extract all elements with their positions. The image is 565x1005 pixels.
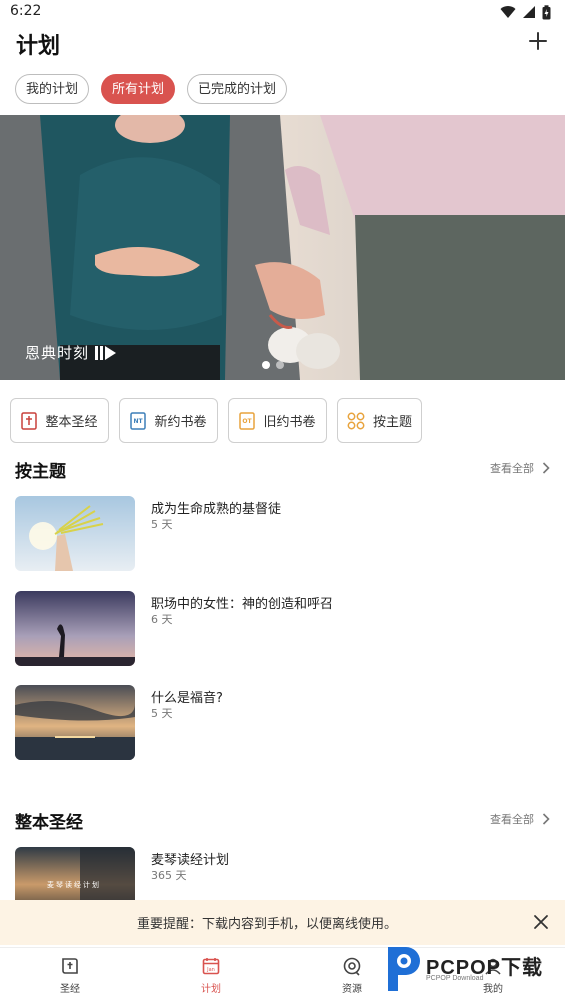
pcpop-logo-icon bbox=[388, 947, 420, 991]
new-testament-button[interactable]: NT 新约书卷 bbox=[119, 398, 218, 443]
by-topic-button[interactable]: 按主题 bbox=[337, 398, 422, 443]
old-testament-label: 旧约书卷 bbox=[263, 415, 316, 430]
bible-book-icon bbox=[62, 958, 78, 974]
cellular-icon bbox=[523, 6, 535, 18]
tab-completed-plans[interactable]: 已完成的计划 bbox=[187, 74, 288, 104]
calendar-icon: Jan bbox=[202, 958, 220, 975]
bible-section-header: 整本圣经 查看全部 bbox=[15, 808, 550, 833]
plan-filter-tabs: 我的计划 所有计划 已完成的计划 bbox=[15, 74, 288, 104]
resources-icon bbox=[343, 957, 361, 976]
plan-list-item[interactable]: 什么是福音? 5 天 bbox=[15, 685, 550, 760]
ot-icon: OT bbox=[239, 411, 256, 430]
status-icons bbox=[500, 4, 551, 20]
nav-bible-label: 圣经 bbox=[60, 984, 80, 995]
logo-mark-icon bbox=[95, 345, 117, 360]
bible-icon bbox=[21, 411, 38, 430]
banner-pagination bbox=[262, 361, 284, 369]
status-time: 6:22 bbox=[10, 3, 42, 19]
whole-bible-button[interactable]: 整本圣经 bbox=[10, 398, 109, 443]
wifi-icon bbox=[500, 6, 516, 19]
plan-title: 麦琴读经计划 bbox=[151, 853, 230, 868]
new-testament-label: 新约书卷 bbox=[154, 415, 207, 430]
chevron-right-icon bbox=[542, 462, 550, 474]
tab-all-plans[interactable]: 所有计划 bbox=[101, 74, 176, 104]
plan-list-item[interactable]: 成为生命成熟的基督徒 5 天 bbox=[15, 496, 550, 571]
app-header: 计划 bbox=[0, 24, 565, 68]
nt-badge: NT bbox=[134, 418, 144, 425]
chevron-right-icon bbox=[542, 813, 550, 825]
nav-plans[interactable]: Jan 计划 bbox=[181, 956, 241, 995]
old-testament-button[interactable]: OT 旧约书卷 bbox=[228, 398, 327, 443]
view-all-label: 查看全部 bbox=[490, 813, 534, 826]
view-all-label: 查看全部 bbox=[490, 462, 534, 475]
banner-image bbox=[0, 115, 565, 380]
pagination-dot bbox=[276, 361, 284, 369]
battery-icon bbox=[542, 4, 551, 19]
featured-banner[interactable]: 恩典时刻 bbox=[0, 115, 565, 380]
close-icon[interactable] bbox=[533, 914, 549, 930]
plan-thumbnail bbox=[15, 591, 135, 666]
section-title: 整本圣经 bbox=[15, 813, 83, 833]
reminder-text: 重要提醒：下载内容到手机，以便离线使用。 bbox=[137, 917, 398, 932]
category-buttons: 整本圣经 NT 新约书卷 OT 旧约书卷 按主题 bbox=[10, 398, 422, 443]
plan-thumbnail-text: 麦琴读经计划 bbox=[47, 881, 101, 889]
plan-list-item[interactable]: 职场中的女性：神的创造和呼召 6 天 bbox=[15, 591, 550, 666]
tab-my-plans[interactable]: 我的计划 bbox=[15, 74, 90, 104]
plan-title: 职场中的女性：神的创造和呼召 bbox=[151, 597, 334, 612]
banner-logo: 恩典时刻 bbox=[25, 342, 117, 363]
section-title: 按主题 bbox=[15, 462, 66, 482]
page-title: 计划 bbox=[16, 34, 61, 59]
plan-duration: 5 天 bbox=[151, 518, 173, 531]
by-topic-label: 按主题 bbox=[372, 415, 412, 430]
nav-plans-label: 计划 bbox=[201, 984, 221, 995]
plan-title: 成为生命成熟的基督徒 bbox=[151, 502, 282, 517]
whole-bible-label: 整本圣经 bbox=[45, 415, 98, 430]
banner-logo-text: 恩典时刻 bbox=[25, 344, 90, 362]
watermark-subtext: PCPOP Download bbox=[426, 975, 484, 982]
nav-bible[interactable]: 圣经 bbox=[40, 956, 100, 995]
plan-duration: 6 天 bbox=[151, 613, 173, 626]
nt-icon: NT bbox=[130, 411, 147, 430]
ot-badge: OT bbox=[243, 418, 253, 425]
plan-thumbnail bbox=[15, 685, 135, 760]
nav-resources-label: 资源 bbox=[342, 984, 362, 995]
calendar-month-text: Jan bbox=[206, 967, 215, 973]
topics-grid-icon bbox=[347, 412, 365, 429]
pcpop-watermark: PCPOP下载 PCPOP Download bbox=[384, 945, 564, 997]
add-plan-button[interactable] bbox=[527, 30, 549, 52]
plan-thumbnail bbox=[15, 496, 135, 571]
plan-duration: 5 天 bbox=[151, 707, 173, 720]
offline-reminder-banner: 重要提醒：下载内容到手机，以便离线使用。 bbox=[0, 900, 565, 945]
view-all-topics-link[interactable]: 查看全部 bbox=[490, 460, 550, 476]
status-bar: 6:22 bbox=[0, 0, 565, 24]
plan-duration: 365 天 bbox=[151, 869, 187, 882]
pagination-dot-active bbox=[262, 361, 270, 369]
topic-section-header: 按主题 查看全部 bbox=[15, 457, 550, 482]
nav-resources[interactable]: 资源 bbox=[322, 956, 382, 995]
view-all-bible-link[interactable]: 查看全部 bbox=[490, 811, 550, 827]
plan-title: 什么是福音? bbox=[151, 691, 223, 706]
